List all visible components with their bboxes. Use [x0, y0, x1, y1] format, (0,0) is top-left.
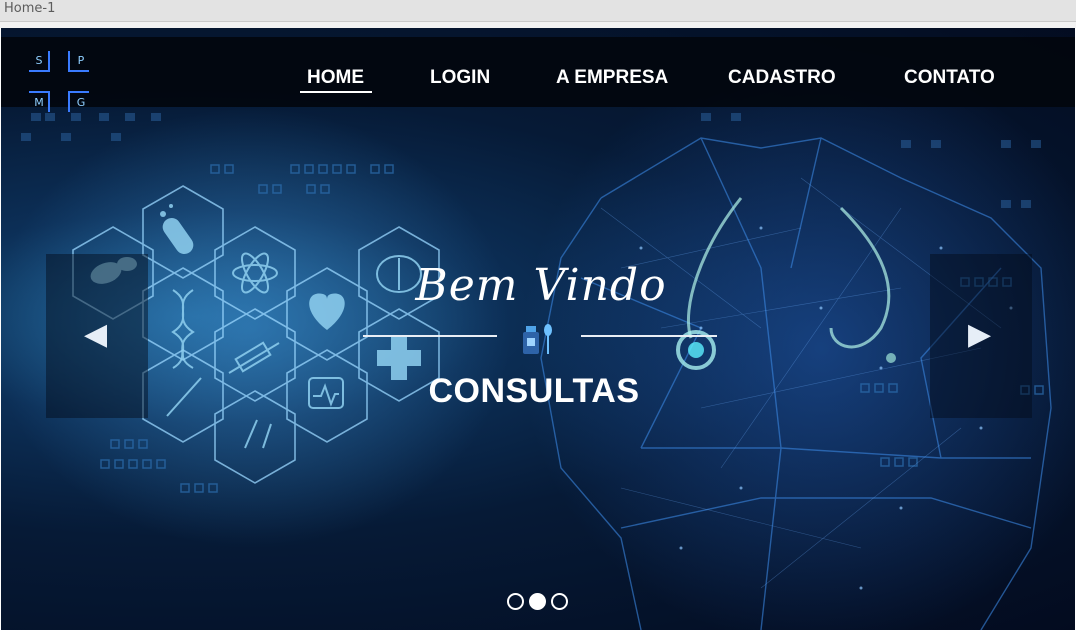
carousel-dot[interactable]	[507, 593, 524, 610]
logo-letter: S	[35, 54, 43, 67]
nav-item-cadastro[interactable]: CADASTRO	[728, 67, 836, 89]
tab-title: Home-1	[4, 1, 56, 16]
logo-letter: G	[76, 96, 86, 109]
medicine-bottle-spoon-icon	[523, 324, 552, 354]
divider-line-right	[581, 335, 717, 337]
logo[interactable]: S P M G	[27, 50, 93, 114]
divider-line-left	[363, 335, 497, 337]
nav-item-login[interactable]: LOGIN	[430, 67, 490, 89]
hero-banner: S P M G HOME LOGIN A EMPRESA CADASTRO CO…	[1, 28, 1075, 630]
carousel-dot[interactable]	[551, 593, 568, 610]
logo-letter: P	[77, 54, 85, 67]
nav-item-a-empresa[interactable]: A EMPRESA	[556, 67, 668, 89]
browser-tab-bar: Home-1	[0, 0, 1076, 22]
nav-item-contato[interactable]: CONTATO	[904, 67, 995, 89]
top-navbar: S P M G HOME LOGIN A EMPRESA CADASTRO CO…	[1, 37, 1075, 112]
welcome-heading: Bem Vindo	[415, 260, 667, 311]
hero-headline: CONSULTAS	[428, 372, 640, 410]
logo-letter: M	[34, 96, 44, 109]
nav-active-underline	[300, 91, 372, 93]
chevron-right-icon[interactable]: ▶	[968, 319, 991, 351]
chevron-left-icon[interactable]: ◀	[84, 319, 107, 351]
carousel-dot-active[interactable]	[529, 593, 546, 610]
nav-item-home[interactable]: HOME	[307, 67, 364, 89]
